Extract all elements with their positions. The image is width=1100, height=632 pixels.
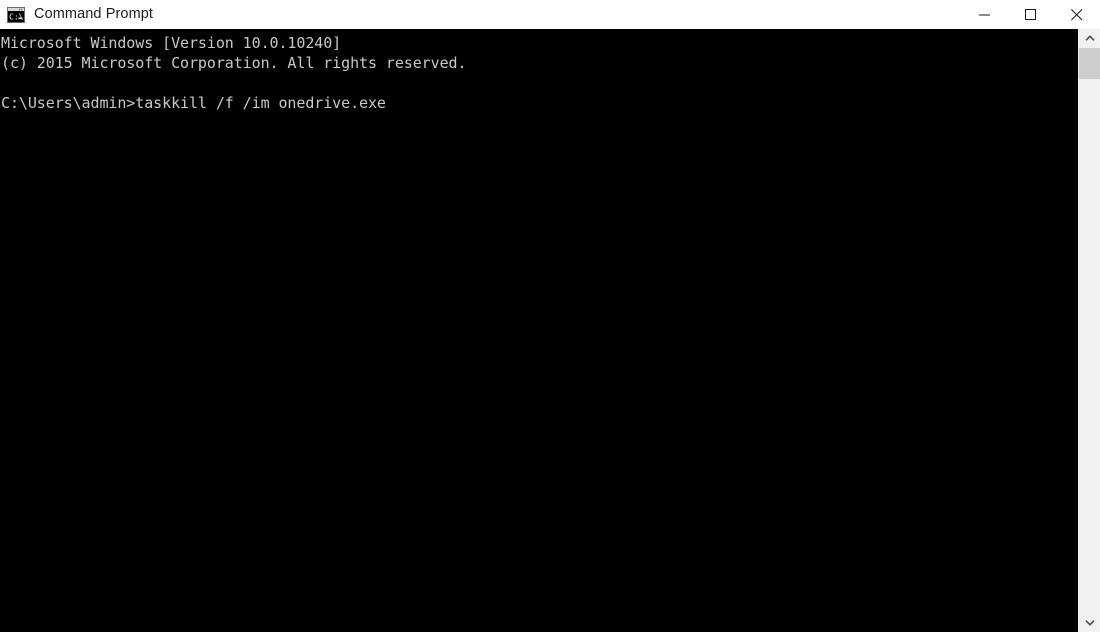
scrollbar-thumb[interactable] <box>1079 48 1100 79</box>
scroll-up-button[interactable] <box>1079 29 1100 48</box>
svg-text:C:\: C:\ <box>9 12 24 21</box>
titlebar[interactable]: C:\ Command Prompt <box>0 0 1100 29</box>
scrollbar-track[interactable] <box>1079 79 1100 613</box>
chevron-down-icon <box>1085 620 1095 626</box>
console-text: Microsoft Windows [Version 10.0.10240] (… <box>1 34 467 112</box>
command-prompt-window: C:\ Command Prompt Microsoft Windows [Ve… <box>0 0 1100 632</box>
close-icon <box>1071 8 1083 20</box>
maximize-button[interactable] <box>1008 0 1054 29</box>
window-controls <box>962 0 1100 29</box>
chevron-up-icon <box>1085 35 1095 41</box>
maximize-icon <box>1025 8 1036 20</box>
vertical-scrollbar[interactable] <box>1078 29 1100 632</box>
scroll-down-button[interactable] <box>1079 613 1100 632</box>
close-button[interactable] <box>1054 0 1100 29</box>
minimize-button[interactable] <box>962 0 1008 29</box>
minimize-icon <box>979 14 990 15</box>
window-title: Command Prompt <box>34 6 154 22</box>
command-prompt-icon[interactable]: C:\ <box>7 6 25 23</box>
console-output-area[interactable]: Microsoft Windows [Version 10.0.10240] (… <box>0 29 1078 632</box>
